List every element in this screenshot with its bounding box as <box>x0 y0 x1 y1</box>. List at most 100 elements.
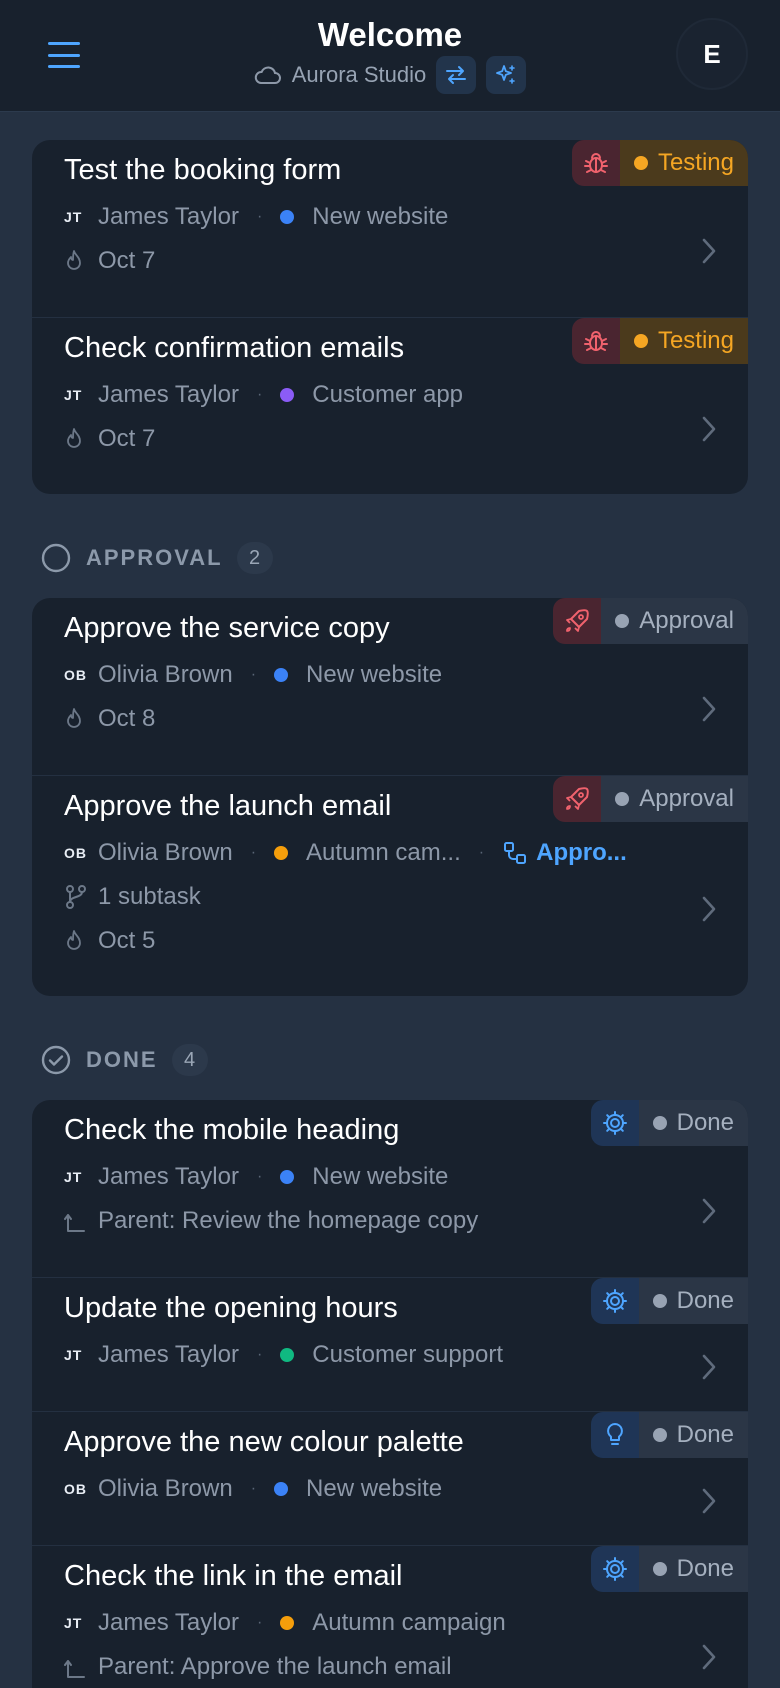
project-name: New website <box>306 661 443 688</box>
status-badge[interactable]: Done <box>590 1546 748 1592</box>
project-name: New website <box>306 1475 443 1502</box>
linked-workflow-link[interactable]: Appro... <box>536 839 627 867</box>
due-date: Oct 7 <box>98 425 156 452</box>
task-title: Approve the launch email <box>64 790 392 822</box>
subtask-count: 1 subtask <box>98 883 201 910</box>
parent-task: Parent: Review the homepage copy <box>98 1207 479 1234</box>
meta-separator: · <box>256 208 263 225</box>
rocket-icon <box>566 787 590 810</box>
meta-separator: · <box>256 386 263 403</box>
due-date: Oct 7 <box>98 247 156 274</box>
task-parent: Parent: Review the homepage copy <box>64 1206 478 1236</box>
status-label: Testing <box>657 327 734 354</box>
chevron-right-icon <box>702 896 716 922</box>
workspace-bar: Aurora Studio <box>0 56 780 94</box>
meta-separator: · <box>256 1614 263 1631</box>
task-title: Check confirmation emails <box>64 332 405 364</box>
section-label: APPROVAL <box>86 545 223 570</box>
status-label: Testing <box>657 149 734 176</box>
meta-separator: · <box>256 1168 263 1185</box>
done-task-card: Done Check the mobile heading JT James T… <box>32 1100 748 1688</box>
task-row[interactable]: Done Approve the new colour palette OB O… <box>32 1411 748 1545</box>
meta-separator: · <box>250 1480 257 1497</box>
assignee-initials: JT <box>64 209 83 225</box>
task-row[interactable]: Testing Test the booking form JT James T… <box>32 140 748 317</box>
project-name: New website <box>312 203 449 230</box>
task-row[interactable]: Done Check the mobile heading JT James T… <box>32 1100 748 1277</box>
status-badge[interactable]: Testing <box>571 140 748 186</box>
status-badge[interactable]: Testing <box>571 318 748 364</box>
task-title: Check the mobile heading <box>64 1114 400 1146</box>
workspace-selector[interactable]: Aurora Studio <box>254 62 426 88</box>
project-dot <box>280 210 295 224</box>
project-name: New website <box>312 1163 449 1190</box>
project-name: Autumn campaign <box>312 1609 506 1636</box>
task-row[interactable]: Done Update the opening hours JT James T… <box>32 1277 748 1411</box>
bug-icon <box>583 153 608 173</box>
cloud-icon <box>254 66 281 84</box>
assignee-name: Olivia Brown <box>98 1475 233 1502</box>
chevron-right-icon <box>702 1644 716 1670</box>
assignee-initials: OB <box>64 667 87 683</box>
ai-assistant-button[interactable] <box>486 56 527 94</box>
status-label: Done <box>676 1421 734 1448</box>
chevron-right-icon <box>702 1354 716 1380</box>
assignee-initials: JT <box>64 1615 83 1631</box>
project-dot <box>274 1482 289 1496</box>
task-due: Oct 8 <box>64 704 155 734</box>
task-row[interactable]: Approval Approve the launch email OB Oli… <box>32 775 748 996</box>
project-name: Customer support <box>312 1341 504 1368</box>
assignee-name: Olivia Brown <box>98 839 233 866</box>
switch-workspace-button[interactable] <box>436 56 477 94</box>
chevron-right-icon <box>702 238 716 264</box>
task-meta: JT James Taylor · Customer support <box>64 1340 503 1370</box>
flame-icon <box>67 708 81 728</box>
task-list-screen: Welcome Aurora Studio E Testing Test the… <box>0 0 780 1688</box>
meta-separator: · <box>256 1346 263 1363</box>
swap-arrows-icon <box>446 66 467 84</box>
status-label: Done <box>676 1287 734 1314</box>
flame-icon <box>67 250 81 270</box>
task-subtasks: 1 subtask <box>64 882 201 912</box>
approval-task-card: Approval Approve the service copy OB Oli… <box>32 598 748 996</box>
status-badge[interactable]: Done <box>590 1278 748 1324</box>
page-title: Welcome <box>317 16 463 53</box>
status-badge[interactable]: Done <box>590 1100 748 1146</box>
user-avatar[interactable]: E <box>676 18 748 90</box>
task-meta: JT James Taylor · New website <box>64 1162 448 1192</box>
parent-task: Parent: Approve the launch email <box>98 1653 452 1680</box>
task-meta: JT James Taylor · Customer app <box>64 380 463 410</box>
task-meta: OB Olivia Brown · New website <box>64 660 442 690</box>
workflow-icon <box>504 842 527 864</box>
task-row[interactable]: Approval Approve the service copy OB Oli… <box>32 598 748 775</box>
task-parent: Parent: Approve the launch email <box>64 1652 452 1682</box>
task-row[interactable]: Testing Check confirmation emails JT Jam… <box>32 317 748 494</box>
meta-separator: · <box>250 666 257 683</box>
status-badge[interactable]: Approval <box>553 776 748 822</box>
project-dot <box>280 1348 295 1362</box>
project-dot <box>274 846 289 860</box>
section-header-done[interactable]: DONE 4 <box>40 1040 208 1080</box>
assignee-initials: JT <box>64 387 83 403</box>
task-due: Oct 7 <box>64 424 155 454</box>
task-row[interactable]: Done Check the link in the email JT Jame… <box>32 1545 748 1688</box>
assignee-name: James Taylor <box>98 1341 239 1368</box>
task-meta: JT James Taylor · Autumn campaign <box>64 1608 506 1638</box>
task-due: Oct 7 <box>64 246 155 276</box>
section-header-approval[interactable]: APPROVAL 2 <box>40 538 273 578</box>
status-badge[interactable]: Approval <box>553 598 748 644</box>
project-dot <box>280 1170 295 1184</box>
app-header: Welcome Aurora Studio E <box>0 0 780 112</box>
chevron-right-icon <box>702 1198 716 1224</box>
due-date: Oct 8 <box>98 705 156 732</box>
section-count: 2 <box>236 542 273 574</box>
project-name: Customer app <box>312 381 464 408</box>
meta-separator: · <box>478 844 485 861</box>
gear-icon <box>602 1111 627 1135</box>
sparkles-icon <box>496 65 516 84</box>
project-dot <box>274 668 289 682</box>
section-label: DONE <box>86 1047 158 1072</box>
bug-icon <box>583 331 608 351</box>
assignee-initials: JT <box>64 1169 83 1185</box>
status-badge[interactable]: Done <box>590 1412 748 1458</box>
